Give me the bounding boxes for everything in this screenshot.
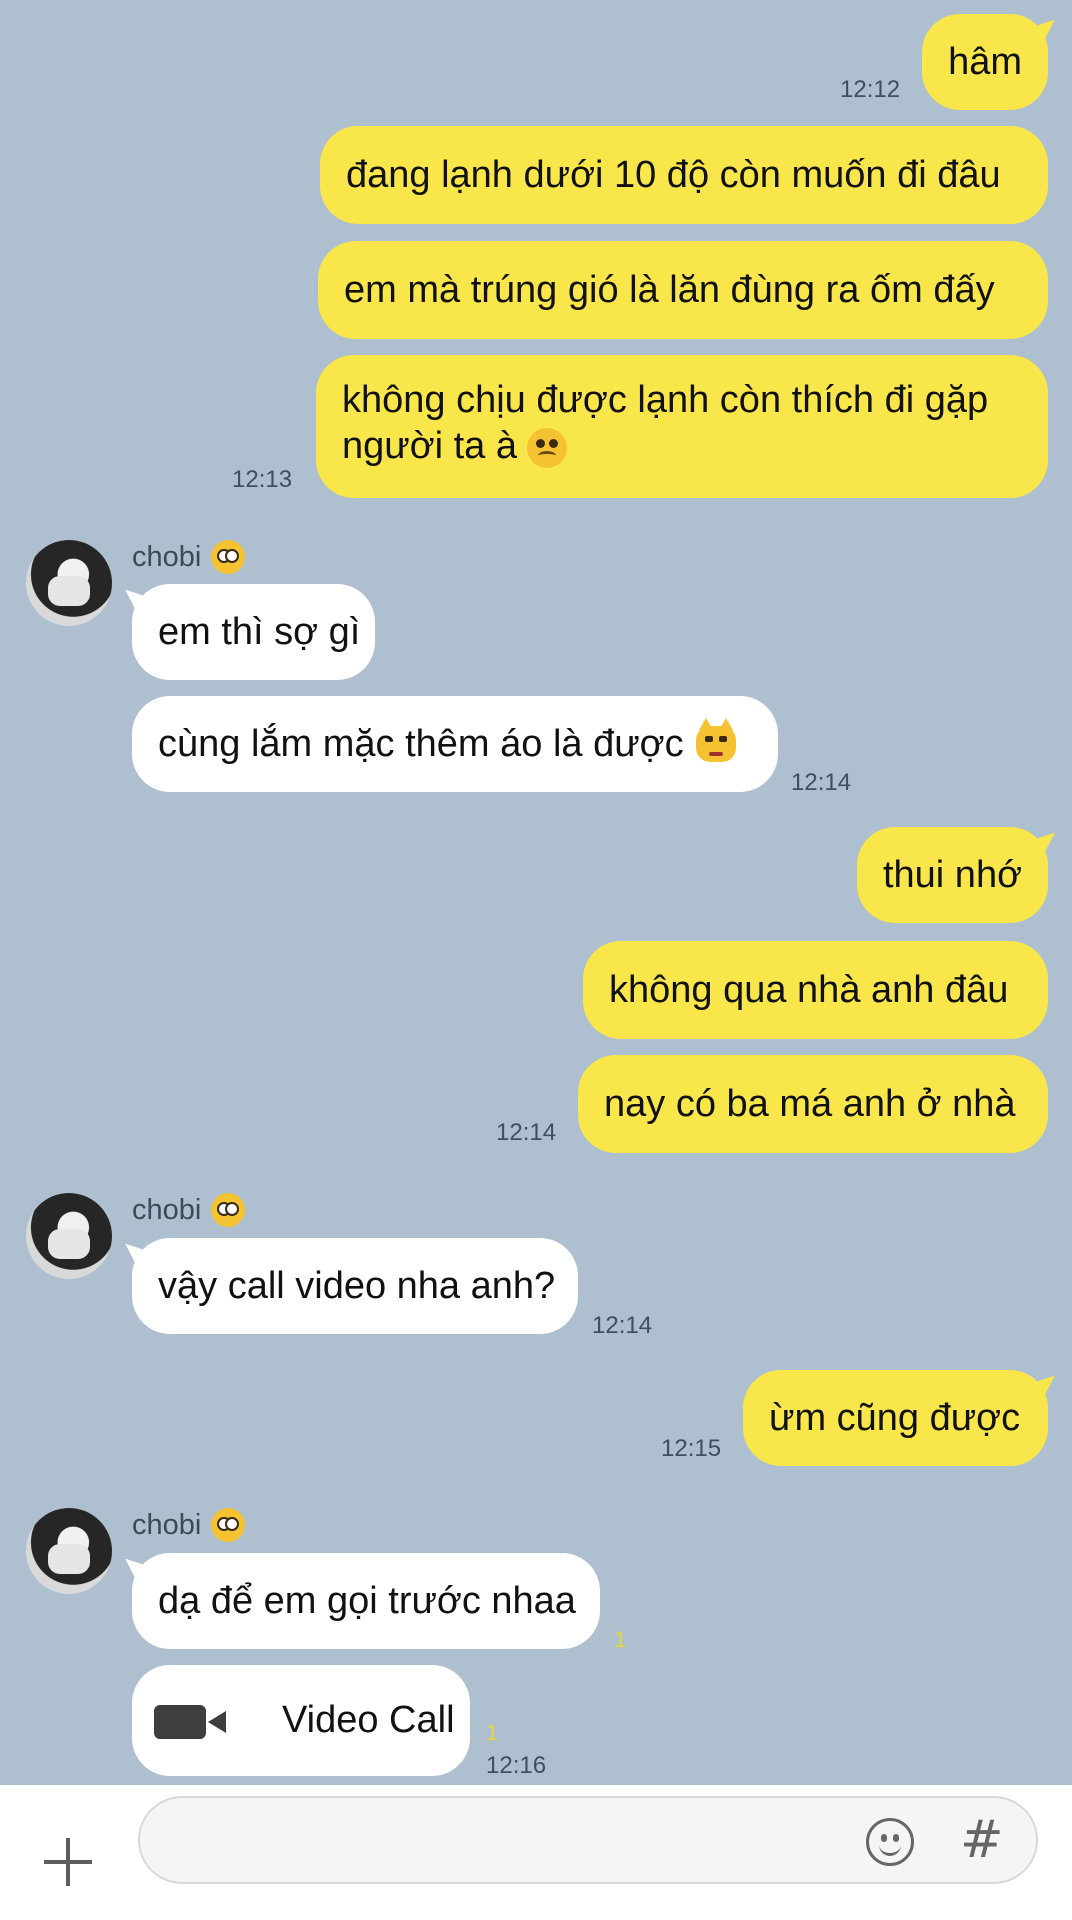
- sender-name: chobi: [132, 1193, 246, 1227]
- timestamp: 12:12: [840, 76, 901, 103]
- avatar[interactable]: [26, 540, 112, 626]
- my-message[interactable]: không qua nhà anh đâu: [583, 941, 1048, 1039]
- timestamp: 12:16: [486, 1752, 547, 1779]
- plus-icon[interactable]: [44, 1838, 92, 1886]
- my-message[interactable]: em mà trúng gió là lăn đùng ra ốm đấy: [318, 241, 1048, 339]
- my-message[interactable]: đang lạnh dưới 10 độ còn muốn đi đâu: [320, 126, 1048, 224]
- unread-count: 1: [486, 1720, 499, 1745]
- unamused-emoji-icon: [527, 427, 568, 468]
- sender-name: chobi: [132, 540, 246, 574]
- their-message[interactable]: em thì sợ gì: [132, 584, 375, 680]
- composer-bar: #: [0, 1785, 1072, 1920]
- avatar[interactable]: [26, 1193, 112, 1279]
- my-message[interactable]: thui nhớ: [856, 827, 1048, 923]
- my-message[interactable]: không chịu được lạnh còn thích đi gặp ng…: [316, 355, 1048, 498]
- hashtag-button[interactable]: #: [960, 1810, 1004, 1870]
- their-message[interactable]: cùng lắm mặc thêm áo là được: [132, 696, 778, 792]
- timestamp: 12:15: [661, 1435, 722, 1462]
- my-message[interactable]: ừm cũng được: [743, 1370, 1048, 1466]
- video-call-message[interactable]: Video Call: [132, 1665, 470, 1776]
- avatar[interactable]: [26, 1508, 112, 1594]
- my-message[interactable]: nay có ba má anh ở nhà: [578, 1055, 1048, 1153]
- pleading-face-icon: [211, 1193, 246, 1227]
- pouting-cat-icon: [695, 718, 736, 762]
- timestamp: 12:14: [791, 769, 852, 796]
- timestamp: 12:14: [496, 1119, 557, 1146]
- sender-name: chobi: [132, 1508, 246, 1542]
- video-camera-icon: [154, 1705, 226, 1739]
- timestamp: 12:14: [592, 1312, 653, 1339]
- unread-count: 1: [614, 1627, 627, 1652]
- their-message[interactable]: dạ để em gọi trước nhaa: [132, 1553, 600, 1649]
- message-input[interactable]: #: [138, 1796, 1038, 1884]
- smile-icon[interactable]: [866, 1818, 914, 1866]
- their-message[interactable]: vậy call video nha anh?: [132, 1238, 578, 1334]
- pleading-face-icon: [211, 540, 246, 574]
- timestamp: 12:13: [232, 466, 293, 493]
- pleading-face-icon: [211, 1508, 246, 1542]
- my-message[interactable]: hâm: [922, 14, 1048, 110]
